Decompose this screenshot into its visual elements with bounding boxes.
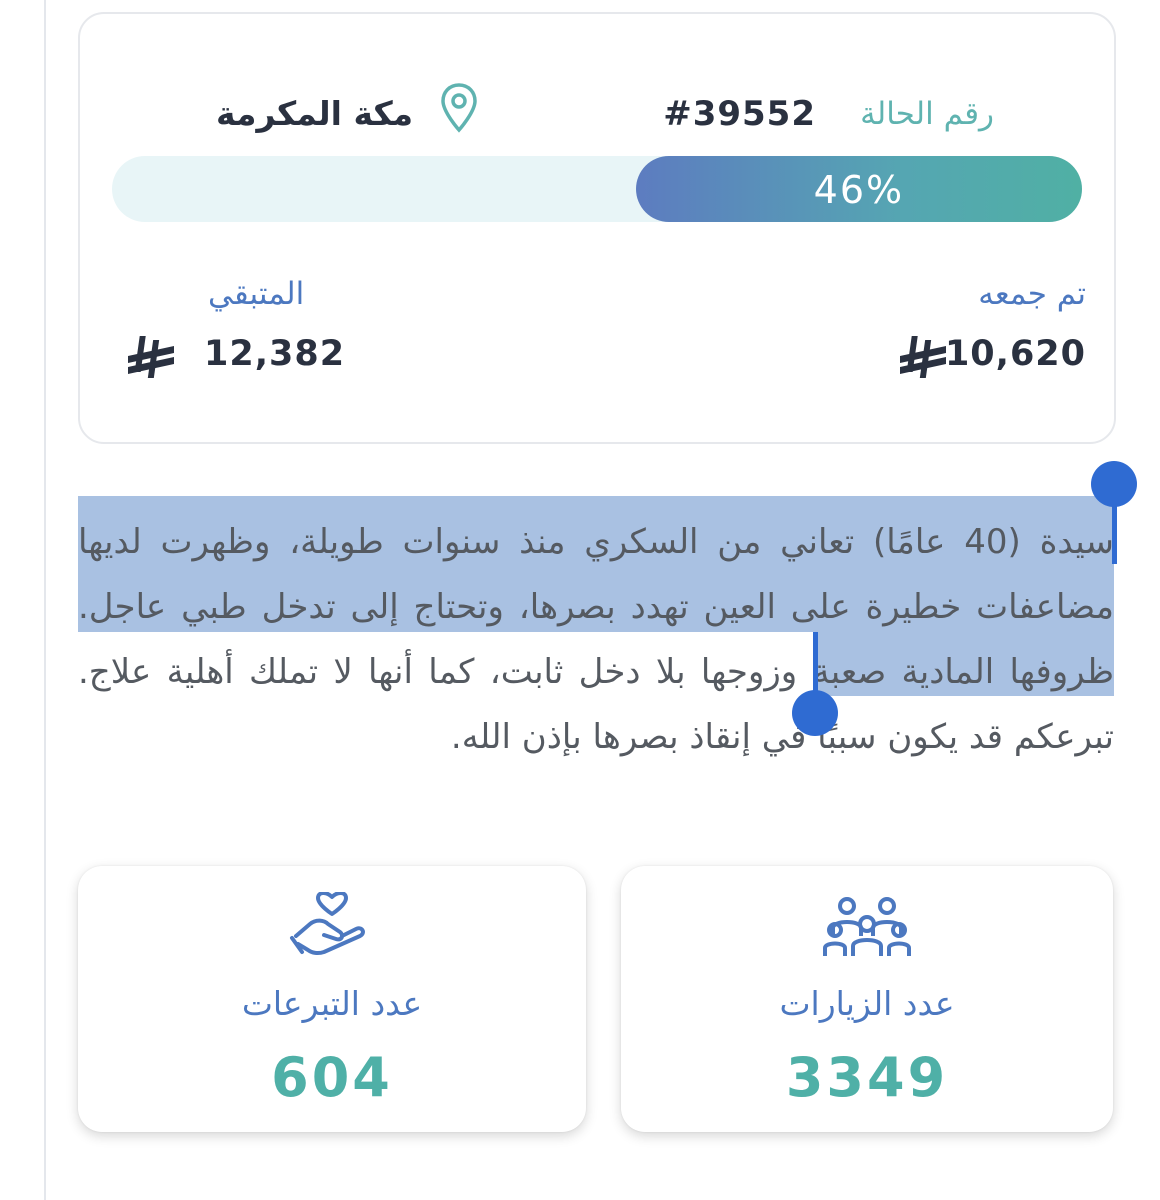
map-pin-icon [441, 83, 477, 133]
case-number-label: رقم الحالة [860, 96, 994, 132]
selection-start-handle-dot[interactable] [1091, 461, 1137, 507]
collected-amount: 10,620 [944, 334, 1086, 374]
donations-label: عدد التبرعات [241, 984, 423, 1023]
progress-percent: 46% [813, 168, 905, 212]
collected-label: تم جمعه [978, 276, 1086, 312]
remaining-label: المتبقي [208, 276, 305, 312]
case-number: #39552 [663, 94, 816, 134]
donations-card: عدد التبرعات 604 [78, 866, 586, 1132]
selection-end-handle-dot[interactable] [792, 690, 838, 736]
visits-label: عدد الزيارات [779, 984, 955, 1023]
visits-count: 3349 [785, 1046, 949, 1109]
case-summary-card: رقم الحالة #39552 مكة المكرمة 46% تم جمع… [78, 12, 1116, 444]
remaining-amount: 12,382 [204, 334, 346, 374]
case-header: رقم الحالة #39552 مكة المكرمة [80, 83, 1114, 142]
hand-heart-icon [290, 892, 365, 956]
case-description[interactable]: سيدة (40 عامًا) تعاني من السكري منذ سنوا… [78, 510, 1114, 770]
progress-bar: 46% [112, 156, 1082, 222]
progress-fill: 46% [635, 156, 1082, 222]
riyal-icon [128, 336, 174, 378]
visits-card: عدد الزيارات 3349 [621, 866, 1113, 1132]
people-group-icon [823, 897, 911, 956]
donations-count: 604 [271, 1046, 393, 1109]
riyal-icon [900, 336, 946, 378]
city-name: مكة المكرمة [216, 94, 414, 133]
